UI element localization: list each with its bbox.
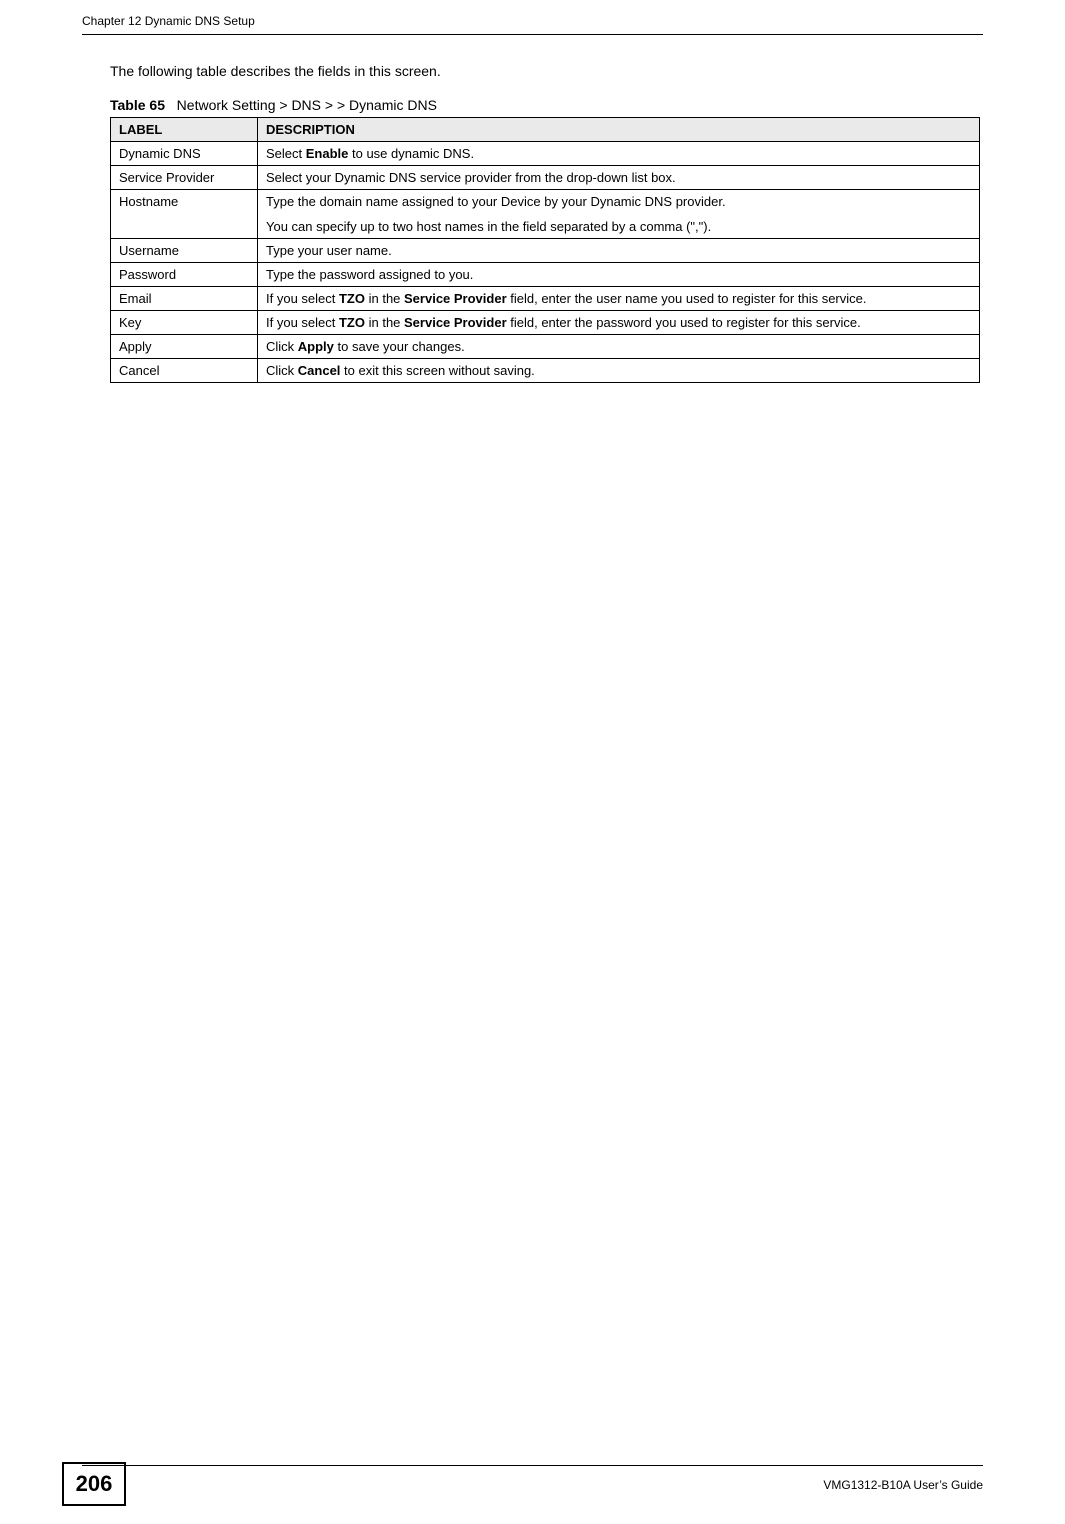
row-desc: Select your Dynamic DNS service provider… xyxy=(258,166,980,190)
content-area: The following table describes the fields… xyxy=(110,63,980,383)
text: to exit this screen without saving. xyxy=(340,363,534,378)
row-label: Password xyxy=(111,263,258,287)
header-rule xyxy=(82,34,983,35)
bold-text: Enable xyxy=(306,146,349,161)
row-desc: Type the domain name assigned to your De… xyxy=(258,190,980,239)
row-desc: Select Enable to use dynamic DNS. xyxy=(258,142,980,166)
text: in the xyxy=(365,291,404,306)
text: to use dynamic DNS. xyxy=(348,146,474,161)
table-caption: Table 65 Network Setting > DNS > > Dynam… xyxy=(110,97,980,113)
page-number: 206 xyxy=(62,1462,126,1506)
text: Click xyxy=(266,339,298,354)
table-row: Key If you select TZO in the Service Pro… xyxy=(111,311,980,335)
bold-text: TZO xyxy=(339,315,365,330)
bold-text: TZO xyxy=(339,291,365,306)
bold-text: Cancel xyxy=(298,363,341,378)
row-label: Hostname xyxy=(111,190,258,239)
text: to save your changes. xyxy=(334,339,465,354)
row-label: Service Provider xyxy=(111,166,258,190)
table-row: Cancel Click Cancel to exit this screen … xyxy=(111,359,980,383)
intro-text: The following table describes the fields… xyxy=(110,63,980,79)
row-desc: Click Apply to save your changes. xyxy=(258,335,980,359)
table-caption-label: Table 65 xyxy=(110,97,165,113)
table-row: Dynamic DNS Select Enable to use dynamic… xyxy=(111,142,980,166)
table-row: Service Provider Select your Dynamic DNS… xyxy=(111,166,980,190)
bold-text: Apply xyxy=(298,339,334,354)
bold-text: Service Provider xyxy=(404,291,507,306)
table-row: Apply Click Apply to save your changes. xyxy=(111,335,980,359)
table-row: Username Type your user name. xyxy=(111,239,980,263)
text: You can specify up to two host names in … xyxy=(266,219,971,234)
table-row: Email If you select TZO in the Service P… xyxy=(111,287,980,311)
row-desc: If you select TZO in the Service Provide… xyxy=(258,311,980,335)
text: Select xyxy=(266,146,306,161)
chapter-header: Chapter 12 Dynamic DNS Setup xyxy=(82,14,255,28)
text: in the xyxy=(365,315,404,330)
row-label: Username xyxy=(111,239,258,263)
footer-guide-text: VMG1312-B10A User’s Guide xyxy=(823,1478,983,1492)
description-table: LABEL DESCRIPTION Dynamic DNS Select Ena… xyxy=(110,117,980,383)
row-label: Email xyxy=(111,287,258,311)
row-desc: Click Cancel to exit this screen without… xyxy=(258,359,980,383)
header-label: LABEL xyxy=(111,118,258,142)
text: field, enter the user name you used to r… xyxy=(507,291,867,306)
text: If you select xyxy=(266,315,339,330)
row-label: Cancel xyxy=(111,359,258,383)
table-row: Password Type the password assigned to y… xyxy=(111,263,980,287)
footer-rule xyxy=(82,1465,983,1466)
page: Chapter 12 Dynamic DNS Setup The followi… xyxy=(0,0,1065,1524)
row-desc: Type the password assigned to you. xyxy=(258,263,980,287)
row-label: Key xyxy=(111,311,258,335)
table-row: Hostname Type the domain name assigned t… xyxy=(111,190,980,239)
header-description: DESCRIPTION xyxy=(258,118,980,142)
text: Type the domain name assigned to your De… xyxy=(266,194,971,209)
row-label: Dynamic DNS xyxy=(111,142,258,166)
table-caption-text: Network Setting > DNS > > Dynamic DNS xyxy=(177,97,437,113)
row-label: Apply xyxy=(111,335,258,359)
bold-text: Service Provider xyxy=(404,315,507,330)
text: If you select xyxy=(266,291,339,306)
row-desc: If you select TZO in the Service Provide… xyxy=(258,287,980,311)
text: field, enter the password you used to re… xyxy=(507,315,861,330)
row-desc: Type your user name. xyxy=(258,239,980,263)
table-header-row: LABEL DESCRIPTION xyxy=(111,118,980,142)
text: Click xyxy=(266,363,298,378)
